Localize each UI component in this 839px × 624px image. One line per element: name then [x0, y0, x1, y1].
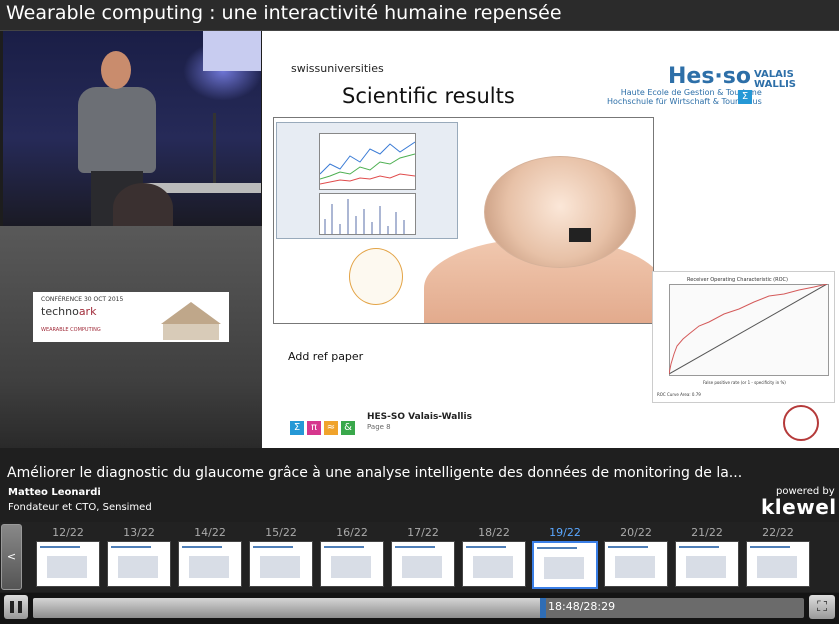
slide-thumbnail[interactable]: 14/22: [177, 526, 243, 587]
thumbnail-label: 12/22: [52, 526, 84, 539]
slide-page-number: Page 8: [367, 423, 391, 431]
thumbnail-label: 21/22: [691, 526, 723, 539]
sensor-chip: [569, 228, 591, 242]
thumbnail-image: [462, 541, 526, 587]
conference-logo: CONFÉRENCE 30 OCT 2015 technoark WEARABL…: [33, 292, 229, 342]
talk-title: Améliorer le diagnostic du glaucome grâc…: [7, 465, 743, 481]
software-screenshot: [276, 122, 458, 239]
thumbnail-image: [675, 541, 739, 587]
roc-xlabel: False positive rate (or 1 - specificity …: [703, 380, 786, 385]
progress-track[interactable]: [33, 598, 804, 618]
slide-thumbnail[interactable]: 22/22: [745, 526, 811, 587]
speaker-video[interactable]: [3, 31, 261, 226]
ref-paper-text: Add ref paper: [288, 350, 364, 363]
thumbnail-label: 14/22: [194, 526, 226, 539]
slide-thumbnail[interactable]: 15/22: [248, 526, 314, 587]
zoom-circle: [349, 248, 403, 305]
contact-lens-image: [484, 156, 636, 268]
roc-note: ROC Curve Area: 0.79: [657, 392, 701, 397]
slide-thumbnail[interactable]: 13/22: [106, 526, 172, 587]
roc-title: Receiver Operating Characteristic (ROC): [687, 277, 788, 283]
speaker-name: Matteo Leonardi: [8, 487, 101, 498]
thumbnail-label: 15/22: [265, 526, 297, 539]
symbol-boxes: Σπ ≈ &: [290, 415, 358, 435]
slide-thumbnail[interactable]: 21/22: [674, 526, 740, 587]
ampersand-box: &: [341, 421, 355, 435]
pi-box: π: [307, 421, 321, 435]
thumbnail-image: [604, 541, 668, 587]
thumbnail-label: 16/22: [336, 526, 368, 539]
title-bar: Wearable computing : une interactivité h…: [0, 0, 839, 31]
thumbnail-image: [36, 541, 100, 587]
slide-thumbnail[interactable]: 16/22: [319, 526, 385, 587]
progress-handle[interactable]: [540, 598, 546, 618]
thumbnail-image: [107, 541, 171, 587]
slide-view[interactable]: swissuniversities Scientific results Hes…: [262, 31, 839, 448]
roc-curve: [669, 284, 827, 374]
results-figure: [273, 117, 654, 324]
klewel-logo: klewel: [761, 495, 837, 519]
slide-thumbnail[interactable]: 20/22: [603, 526, 669, 587]
fullscreen-button[interactable]: ⛶: [809, 595, 835, 619]
hes-so-logo: Hes·so: [668, 64, 751, 89]
slide-title: Scientific results: [342, 84, 515, 108]
thumbnail-image: [391, 541, 455, 587]
time-readout: 18:48/28:29: [548, 600, 616, 613]
approx-box: ≈: [324, 421, 338, 435]
speaker-figure: [78, 87, 156, 173]
slide-thumbnail[interactable]: 18/22: [461, 526, 527, 587]
sigma-icon: Σ: [738, 90, 752, 104]
thumbnail-label: 22/22: [762, 526, 794, 539]
thumbnail-image: [178, 541, 242, 587]
progress-fill: [33, 598, 543, 618]
roc-chart: Receiver Operating Characteristic (ROC) …: [652, 271, 835, 403]
presentation-title: Wearable computing : une interactivité h…: [6, 2, 562, 24]
thumbnail-label: 13/22: [123, 526, 155, 539]
slide-thumbnail[interactable]: 12/22: [35, 526, 101, 587]
thumbnail-label: 17/22: [407, 526, 439, 539]
slide-thumbnail[interactable]: 17/22: [390, 526, 456, 587]
thumbnail-label: 19/22: [549, 526, 581, 539]
hes-region: VALAIS WALLIS: [754, 69, 796, 90]
slide-thumbnail[interactable]: 19/22: [532, 526, 598, 589]
swissuniversities-logo: swissuniversities: [291, 62, 384, 75]
pause-button[interactable]: [4, 595, 28, 619]
speaker-role: Fondateur et CTO, Sensimed: [8, 502, 152, 513]
thumbnail-image: [532, 541, 598, 589]
prev-slides-button[interactable]: <: [1, 524, 22, 590]
sigma-box: Σ: [290, 421, 304, 435]
thumbnail-image: [746, 541, 810, 587]
pause-icon: [10, 601, 14, 613]
slide-footer-org: HES-SO Valais-Wallis: [367, 412, 472, 422]
thumbnail-image: [320, 541, 384, 587]
thumbnail-label: 20/22: [620, 526, 652, 539]
school-seal-icon: [783, 405, 819, 441]
thumbnail-image: [249, 541, 313, 587]
thumbnail-label: 18/22: [478, 526, 510, 539]
